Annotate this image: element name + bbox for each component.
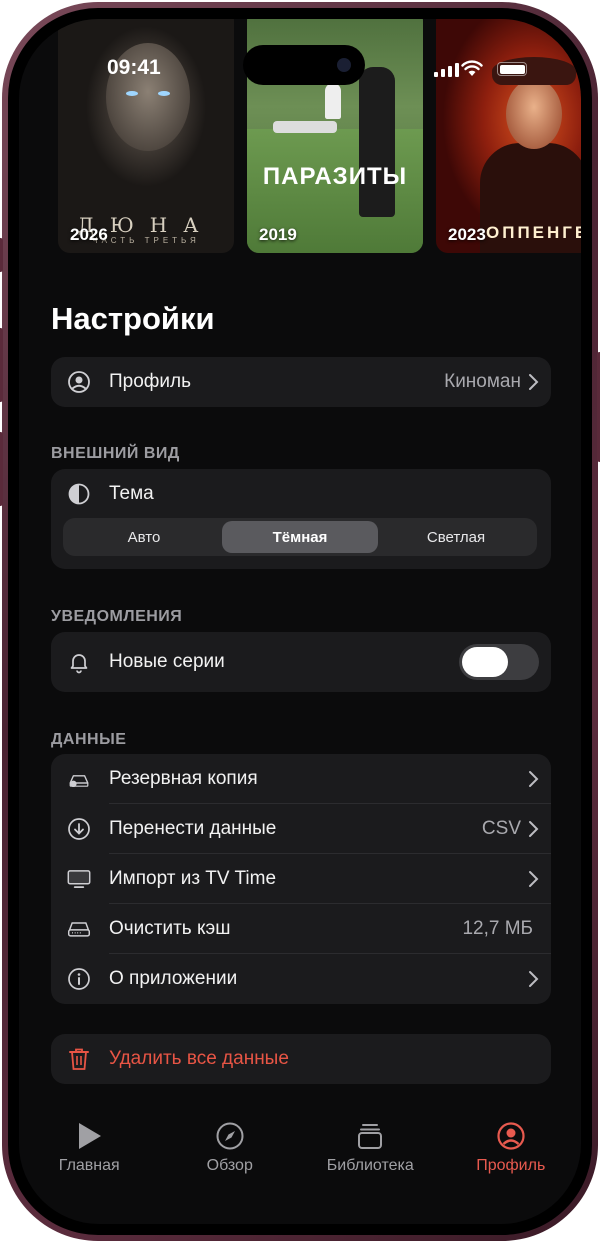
action-button (0, 238, 3, 272)
page-title: Настройки (51, 301, 215, 336)
storage-drive-icon (67, 917, 91, 941)
tab-label: Профиль (476, 1157, 546, 1174)
profile-value: Киноман (444, 371, 521, 392)
tab-home[interactable]: Главная (19, 1119, 160, 1199)
profile-icon (496, 1119, 526, 1153)
play-icon (75, 1119, 103, 1153)
profile-row[interactable]: Профиль Киноман (51, 357, 551, 407)
poster-eye (158, 91, 170, 96)
tab-profile[interactable]: Профиль (441, 1119, 582, 1199)
chevron-right-icon (529, 771, 539, 787)
tab-label: Библиотека (326, 1157, 414, 1174)
poster-year: 2026 (70, 225, 108, 244)
section-header-appearance: ВНЕШНИЙ ВИД (51, 445, 180, 462)
info-icon (67, 967, 91, 991)
library-icon (356, 1119, 384, 1153)
contrast-icon (67, 482, 91, 506)
new-episodes-label: Новые серии (109, 651, 225, 672)
backup-label: Резервная копия (109, 768, 258, 789)
cache-size-value: 12,7 МБ (462, 918, 533, 939)
poster-year: 2023 (448, 225, 486, 244)
cloud-drive-icon (67, 767, 91, 791)
camera-icon (337, 58, 351, 72)
new-episodes-toggle[interactable] (459, 644, 539, 680)
transfer-data-label: Перенести данные (109, 818, 277, 839)
poster-year: 2019 (259, 225, 297, 244)
theme-option-auto[interactable]: Авто (66, 521, 222, 553)
delete-all-row[interactable]: Удалить все данные (51, 1034, 551, 1084)
backup-row[interactable]: Резервная копия (51, 754, 551, 804)
poster-face (506, 79, 562, 149)
poster-title: ПАРАЗИТЫ (262, 163, 408, 190)
chevron-right-icon (529, 374, 539, 390)
theme-row: Тема (51, 469, 551, 519)
dynamic-island (243, 45, 365, 85)
tv-icon (67, 867, 91, 891)
chevron-right-icon (529, 821, 539, 837)
theme-label: Тема (109, 483, 154, 504)
cellular-signal-icon (434, 63, 459, 77)
delete-all-label: Удалить все данные (109, 1048, 289, 1069)
tab-bar: Главная Обзор Библиотека Профиль (19, 1119, 581, 1199)
tab-label: Обзор (206, 1157, 253, 1174)
volume-down-button (0, 432, 3, 506)
notifications-card: Новые серии (51, 632, 551, 692)
about-label: О приложении (109, 968, 238, 989)
compass-icon (215, 1119, 245, 1153)
new-episodes-row: Новые серии (51, 632, 551, 692)
theme-segmented-control[interactable]: Авто Тёмная Светлая (63, 518, 537, 556)
chevron-right-icon (529, 871, 539, 887)
trash-icon (67, 1047, 91, 1071)
poster-figure (273, 121, 337, 133)
transfer-data-value: CSV (481, 818, 521, 839)
poster-eye (126, 91, 138, 96)
profile-label: Профиль (109, 371, 192, 392)
transfer-data-row[interactable]: Перенести данные CSV (51, 804, 551, 854)
phone-frame: ДЮНА ЧАСТЬ ТРЕТЬЯ 2026 ПАРАЗИТЫ 2019 ОПП… (0, 2, 600, 1241)
tv-time-import-row[interactable]: Импорт из TV Time (51, 854, 551, 904)
theme-option-light[interactable]: Светлая (378, 521, 534, 553)
status-time: 09:41 (107, 56, 161, 79)
tab-library[interactable]: Библиотека (300, 1119, 441, 1199)
download-circle-icon (67, 817, 91, 841)
tab-label: Главная (58, 1157, 120, 1174)
poster-title: ОППЕНГЕЙМЕР (486, 223, 581, 242)
person-circle-icon (67, 370, 91, 394)
tv-time-import-label: Импорт из TV Time (109, 868, 277, 889)
bell-icon (67, 650, 91, 674)
profile-card[interactable]: Профиль Киноман (51, 357, 551, 407)
chevron-right-icon (529, 971, 539, 987)
tab-browse[interactable]: Обзор (160, 1119, 301, 1199)
about-row[interactable]: О приложении (51, 954, 551, 1004)
battery-icon (497, 62, 527, 76)
section-header-notifications: УВЕДОМЛЕНИЯ (51, 608, 183, 625)
section-header-data: ДАННЫЕ (51, 731, 127, 748)
data-card: Резервная копия Перенести данные CSV Имп… (51, 754, 551, 1004)
clear-cache-row[interactable]: Очистить кэш 12,7 МБ (51, 904, 551, 954)
volume-up-button (0, 328, 3, 402)
poster-figure (325, 83, 341, 119)
wifi-icon (461, 60, 483, 76)
status-bar: 09:41 (19, 19, 581, 85)
clear-cache-label: Очистить кэш (109, 918, 231, 939)
poster-figure (359, 67, 395, 217)
appearance-card: Тема Авто Тёмная Светлая (51, 469, 551, 569)
toggle-knob (462, 647, 508, 677)
screen: ДЮНА ЧАСТЬ ТРЕТЬЯ 2026 ПАРАЗИТЫ 2019 ОПП… (19, 19, 581, 1224)
delete-all-card[interactable]: Удалить все данные (51, 1034, 551, 1084)
theme-option-dark[interactable]: Тёмная (222, 521, 378, 553)
